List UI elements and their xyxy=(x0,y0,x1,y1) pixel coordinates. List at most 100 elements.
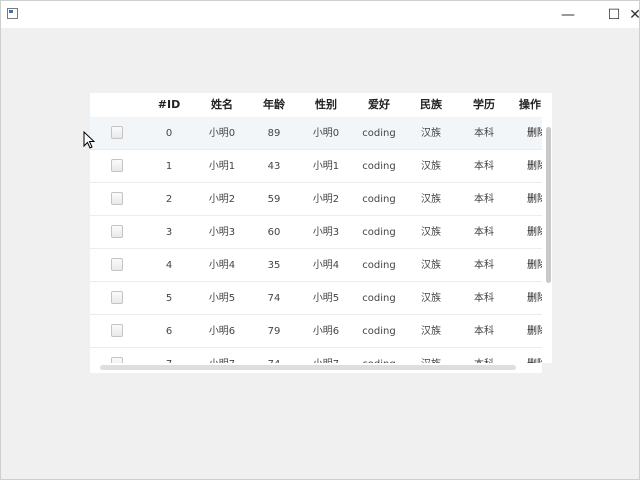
table-row[interactable]: 0 小明0 89 小明0 coding 汉族 本科 删除 xyxy=(90,117,542,150)
cell-age: 59 xyxy=(267,194,281,205)
row-checkbox[interactable] xyxy=(111,126,123,139)
cell-education: 本科 xyxy=(474,194,494,205)
header-name[interactable]: 姓名 xyxy=(193,93,251,117)
app-window: — ☐ ✕ #ID 姓名 年龄 性别 爱好 民族 学历 操作 0 小明0 89 … xyxy=(0,0,640,480)
header-hobby[interactable]: 爱好 xyxy=(355,93,403,117)
cell-age: 35 xyxy=(267,260,281,271)
cell-age: 60 xyxy=(267,227,281,238)
cell-hobby: coding xyxy=(362,128,396,139)
table-row[interactable]: 2 小明2 59 小明2 coding 汉族 本科 删除 xyxy=(90,183,542,216)
cell-name: 小明4 xyxy=(208,260,236,271)
table-row[interactable]: 1 小明1 43 小明1 coding 汉族 本科 删除 xyxy=(90,150,542,183)
cell-ethnicity: 汉族 xyxy=(403,348,459,363)
cell-gender: 小明0 xyxy=(312,128,340,139)
cell-name: 小明0 xyxy=(208,128,236,139)
cell-ethnicity: 汉族 xyxy=(421,128,441,139)
delete-link[interactable]: 删除 xyxy=(527,249,542,282)
cell-name: 小明6 xyxy=(208,326,236,337)
row-checkbox[interactable] xyxy=(111,192,123,205)
cell-id: 2 xyxy=(165,194,173,205)
cell-id: 0 xyxy=(165,128,173,139)
cell-education: 本科 xyxy=(474,326,494,337)
table-header: #ID 姓名 年龄 性别 爱好 民族 学历 操作 xyxy=(90,93,552,117)
cell-hobby: coding xyxy=(362,194,396,205)
cell-name: 小明5 xyxy=(208,293,236,304)
row-checkbox[interactable] xyxy=(111,159,123,172)
table-row[interactable]: 4 小明4 35 小明4 coding 汉族 本科 删除 xyxy=(90,249,542,282)
close-button[interactable]: ✕ xyxy=(629,1,640,28)
header-ethnicity[interactable]: 民族 xyxy=(403,93,459,117)
cell-hobby: coding xyxy=(362,161,396,172)
row-checkbox[interactable] xyxy=(111,357,123,363)
cell-education: 本科 xyxy=(474,260,494,271)
cell-hobby: coding xyxy=(362,227,396,238)
row-checkbox[interactable] xyxy=(111,291,123,304)
cell-id: 1 xyxy=(165,161,173,172)
cell-ethnicity: 汉族 xyxy=(421,326,441,337)
cell-education: 本科 xyxy=(474,227,494,238)
cell-name: 小明7 xyxy=(193,348,251,363)
header-gender[interactable]: 性别 xyxy=(297,93,355,117)
header-action: 操作 xyxy=(519,98,541,111)
delete-link[interactable]: 删除 xyxy=(527,183,542,216)
delete-link[interactable]: 删除 xyxy=(527,348,542,363)
header-select xyxy=(90,93,145,117)
cell-ethnicity: 汉族 xyxy=(421,161,441,172)
cell-hobby: coding xyxy=(362,260,396,271)
cell-gender: 小明4 xyxy=(312,260,340,271)
vertical-scrollbar[interactable] xyxy=(546,127,551,373)
cell-gender: 小明3 xyxy=(312,227,340,238)
delete-link[interactable]: 删除 xyxy=(527,315,542,348)
cell-id: 3 xyxy=(165,227,173,238)
cell-age: 74 xyxy=(267,293,281,304)
table-body[interactable]: 0 小明0 89 小明0 coding 汉族 本科 删除 1 小明1 43 小明… xyxy=(90,117,542,363)
app-window-icon xyxy=(7,8,18,19)
delete-link[interactable]: 删除 xyxy=(527,282,542,315)
cell-gender: 小明2 xyxy=(312,194,340,205)
cell-hobby: coding xyxy=(355,348,403,363)
delete-link[interactable]: 删除 xyxy=(527,216,542,249)
header-education[interactable]: 学历 xyxy=(459,93,509,117)
row-checkbox[interactable] xyxy=(111,225,123,238)
cell-name: 小明3 xyxy=(208,227,236,238)
cell-gender: 小明5 xyxy=(312,293,340,304)
cell-name: 小明2 xyxy=(208,194,236,205)
header-age[interactable]: 年龄 xyxy=(251,93,297,117)
cell-age: 74 xyxy=(251,348,297,363)
horizontal-scrollbar[interactable] xyxy=(100,365,516,370)
table-row[interactable]: 7 小明7 74 小明7 coding 汉族 本科 删除 xyxy=(90,348,542,363)
header-id[interactable]: #ID xyxy=(145,93,193,117)
table-row[interactable]: 6 小明6 79 小明6 coding 汉族 本科 删除 xyxy=(90,315,542,348)
cell-education: 本科 xyxy=(474,293,494,304)
cell-id: 6 xyxy=(165,326,173,337)
table-row[interactable]: 5 小明5 74 小明5 coding 汉族 本科 删除 xyxy=(90,282,542,315)
cell-ethnicity: 汉族 xyxy=(421,194,441,205)
cell-ethnicity: 汉族 xyxy=(421,293,441,304)
cell-id: 4 xyxy=(165,260,173,271)
table-row[interactable]: 3 小明3 60 小明3 coding 汉族 本科 删除 xyxy=(90,216,542,249)
cell-age: 89 xyxy=(267,128,281,139)
cell-ethnicity: 汉族 xyxy=(421,260,441,271)
cell-education: 本科 xyxy=(459,348,509,363)
cell-age: 79 xyxy=(267,326,281,337)
cell-gender: 小明6 xyxy=(312,326,340,337)
mouse-pointer-icon xyxy=(83,130,96,153)
cell-gender: 小明7 xyxy=(297,348,355,363)
vertical-scrollbar-thumb[interactable] xyxy=(546,127,551,283)
cell-hobby: coding xyxy=(362,326,396,337)
cell-gender: 小明1 xyxy=(312,161,340,172)
row-checkbox[interactable] xyxy=(111,258,123,271)
data-table: #ID 姓名 年龄 性别 爱好 民族 学历 操作 0 小明0 89 小明0 co… xyxy=(90,93,552,373)
cell-education: 本科 xyxy=(474,128,494,139)
cell-education: 本科 xyxy=(474,161,494,172)
cell-hobby: coding xyxy=(362,293,396,304)
row-checkbox[interactable] xyxy=(111,324,123,337)
minimize-button[interactable]: — xyxy=(545,1,591,28)
delete-link[interactable]: 删除 xyxy=(527,117,542,150)
cell-name: 小明1 xyxy=(208,161,236,172)
title-bar[interactable]: — ☐ ✕ xyxy=(1,1,640,28)
cell-id: 5 xyxy=(165,293,173,304)
delete-link[interactable]: 删除 xyxy=(527,150,542,183)
scrollbar-corner xyxy=(542,363,552,373)
cell-age: 43 xyxy=(267,161,281,172)
